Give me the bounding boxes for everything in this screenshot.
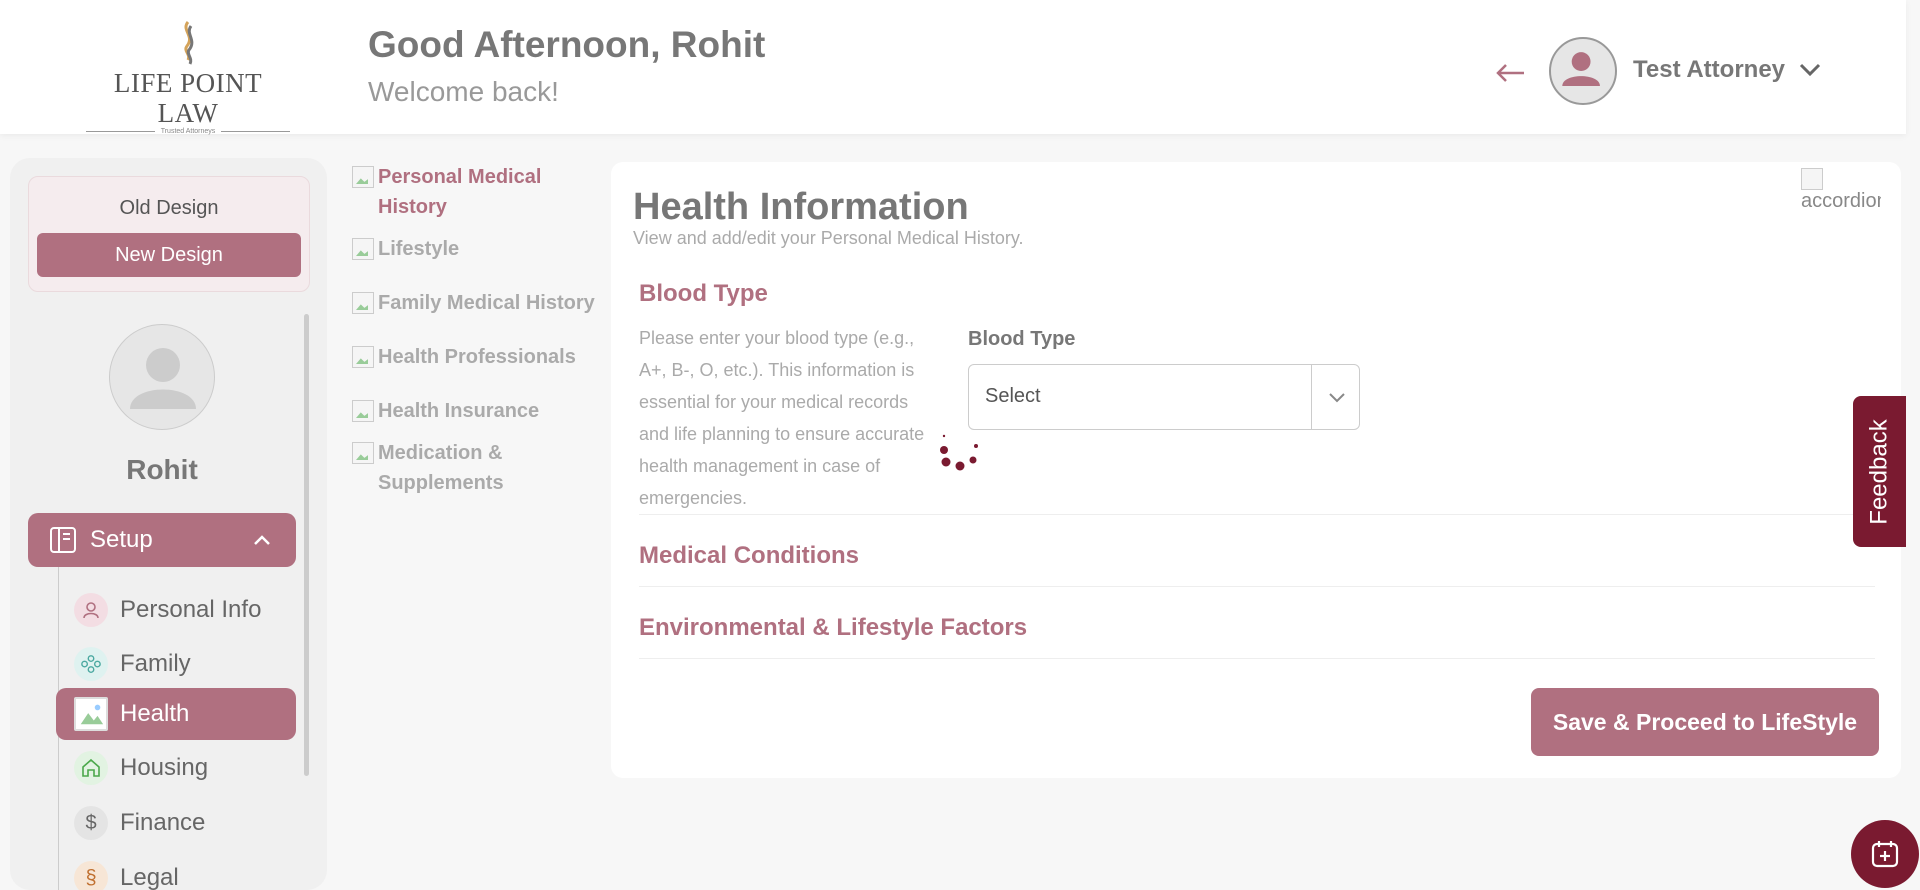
setup-label: Setup [90,526,153,553]
subnav-label: Lifestyle [378,238,460,260]
select-divider [1311,365,1312,429]
user-icon [74,593,108,627]
dollar-icon: $ [74,806,108,840]
broken-image-icon [352,238,374,260]
section-divider [639,514,1875,515]
sidebar-item-health[interactable]: Health [56,688,296,740]
sidebar-item-label: Housing [120,754,209,781]
section-divider [639,586,1875,587]
section-blood-type-title[interactable]: Blood Type [639,280,768,308]
brand-name: LIFE POINT LAW [113,68,263,128]
sidebar: Old Design New Design Rohit Setup Person… [10,158,327,890]
broken-image-icon [1801,168,1823,190]
design-toggle: Old Design New Design [28,176,310,292]
greeting-title: Good Afternoon, Rohit [368,24,766,65]
calendar-add-button[interactable] [1851,820,1919,888]
sidebar-item-personal-info[interactable]: Personal Info [56,584,296,636]
subnav-personal-medical-history[interactable]: Personal Medical History [350,162,600,222]
sidebar-item-label: Personal Info [120,596,262,623]
broken-image-icon [352,166,374,188]
subnav-medication-supplements[interactable]: Medication & Supplements [350,438,550,498]
calendar-add-icon [1871,841,1899,868]
chevron-up-icon[interactable] [252,530,272,550]
home-icon [74,751,108,785]
profile-name: Rohit [126,454,198,485]
sidebar-scrollbar[interactable] [304,314,309,776]
save-proceed-button[interactable]: Save & Proceed to LifeStyle [1531,688,1879,756]
user-avatar[interactable] [1549,37,1617,105]
loading-spinner-icon [940,434,978,471]
subnav-label: Health Professionals [378,346,576,368]
broken-image-icon [352,442,374,464]
old-design-button[interactable]: Old Design [29,197,309,220]
brand-logo[interactable]: LIFE POINT LAW Trusted Attorneys [86,20,290,135]
accordion-alt-text: accordion [1801,190,1881,212]
profile-avatar [109,324,215,430]
page-title: Health Information [633,186,969,228]
accordion-image[interactable]: accordion [1801,168,1881,224]
subnav-health-professionals[interactable]: Health Professionals [350,342,600,372]
sidebar-item-family[interactable]: Family [56,638,296,690]
section-environmental-title[interactable]: Environmental & Lifestyle Factors [639,614,1027,642]
subnav-label: Health Insurance [378,400,540,422]
subnav-health-insurance[interactable]: Health Insurance [350,396,600,426]
sidebar-item-housing[interactable]: Housing [56,742,296,794]
subnav-family-medical-history[interactable]: Family Medical History [350,288,600,318]
subnav-label: Personal Medical History [378,166,542,218]
greeting-subtitle: Welcome back! [368,76,559,107]
sidebar-item-label: Family [120,650,191,677]
setup-icon [50,527,76,553]
section-medical-conditions-title[interactable]: Medical Conditions [639,542,859,570]
subnav-label: Family Medical History [378,292,595,314]
chevron-down-icon[interactable] [1796,58,1824,82]
sidebar-item-label: Legal [120,864,179,890]
sidebar-item-setup[interactable]: Setup [28,513,296,567]
user-name[interactable]: Test Attorney [1633,56,1785,84]
back-arrow-icon[interactable] [1492,55,1528,91]
section-divider [639,658,1875,659]
top-header: LIFE POINT LAW Trusted Attorneys Good Af… [0,0,1906,135]
blood-type-select[interactable]: Select [968,364,1360,430]
subnav-lifestyle[interactable]: Lifestyle [350,234,600,264]
sidebar-item-finance[interactable]: $ Finance [56,797,296,849]
blood-type-label: Blood Type [968,328,1076,350]
health-info-card: Health Information View and add/edit you… [611,162,1901,778]
broken-image-icon [352,292,374,314]
new-design-button[interactable]: New Design [37,233,301,277]
sidebar-item-label: Finance [120,809,206,836]
family-icon [74,647,108,681]
broken-image-icon [352,400,374,422]
sidebar-item-label: Health [120,700,190,727]
brand-tagline: Trusted Attorneys [86,128,290,135]
broken-image-icon [352,346,374,368]
select-value: Select [985,385,1041,407]
subnav-label: Medication & Supplements [378,442,504,494]
feedback-tab[interactable]: Feedback [1853,396,1906,547]
legal-icon: § [74,861,108,890]
flame-logo-icon [184,21,194,65]
feedback-label: Feedback [1865,418,1893,525]
sidebar-item-legal[interactable]: § Legal [56,852,296,890]
page-subtitle: View and add/edit your Personal Medical … [633,228,1024,248]
broken-image-icon [74,697,108,731]
chevron-down-icon[interactable] [1327,387,1347,407]
blood-type-description: Please enter your blood type (e.g., A+, … [639,328,925,508]
